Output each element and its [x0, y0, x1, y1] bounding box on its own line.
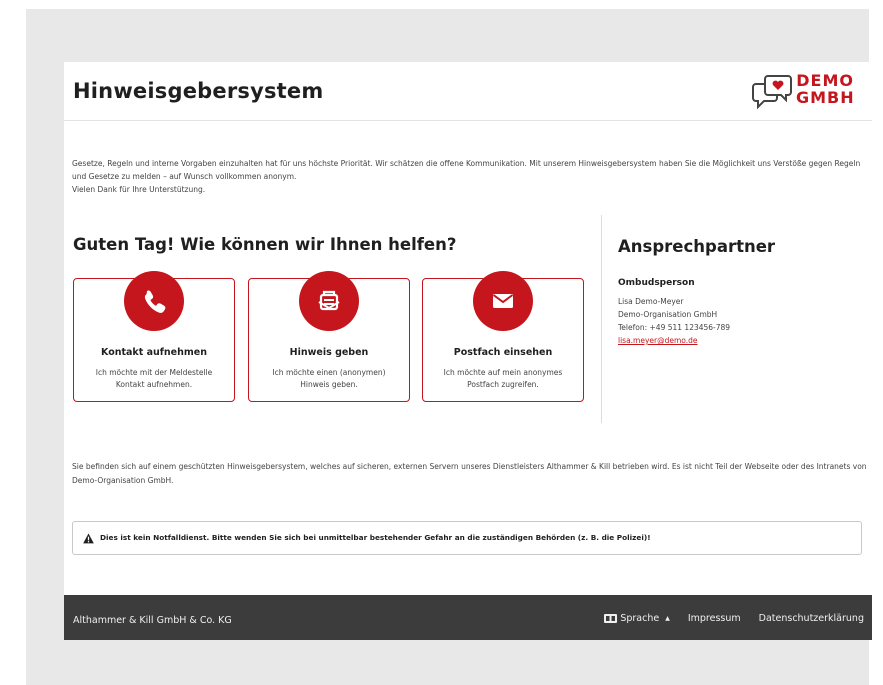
- intro-thanks: Vielen Dank für Ihre Unterstützung.: [72, 185, 206, 194]
- warning-icon: [83, 533, 94, 544]
- card-report-title: Hinweis geben: [289, 347, 369, 358]
- contact-phone: Telefon: +49 511 123456-789: [618, 323, 731, 332]
- intro-text: Gesetze, Regeln und interne Vorgaben ein…: [72, 157, 867, 196]
- page: Hinweisgebersystem DEMO GMBH Gesetze, Re…: [64, 62, 872, 640]
- card-mailbox[interactable]: Postfach einsehen Ich möchte auf mein an…: [422, 271, 584, 402]
- emergency-notice-text: Dies ist kein Notfalldienst. Bitte wende…: [100, 533, 651, 542]
- caret-up-icon: ▲: [665, 615, 670, 622]
- card-contact[interactable]: Kontakt aufnehmen Ich möchte mit der Mel…: [73, 271, 235, 402]
- card-contact-desc: Ich möchte mit der Meldestelle Kontakt a…: [95, 368, 213, 389]
- card-report-desc: Ich möchte einen (anonymen) Hinweis gebe…: [272, 368, 386, 389]
- report-icon: [299, 271, 359, 331]
- speech-bubble-heart-icon: [752, 75, 792, 110]
- emergency-notice: Dies ist kein Notfalldienst. Bitte wende…: [72, 521, 862, 555]
- contact-role: Ombudsperson: [618, 278, 695, 288]
- imprint-link[interactable]: Impressum: [688, 613, 741, 624]
- logo-line-1: DEMO: [796, 71, 854, 90]
- greeting-heading: Guten Tag! Wie können wir Ihnen helfen?: [73, 235, 457, 254]
- contact-name: Lisa Demo-Meyer: [618, 297, 684, 306]
- footer: Althammer & Kill GmbH & Co. KG Sprache ▲…: [64, 595, 872, 640]
- vertical-divider: [601, 215, 602, 423]
- logo-line-2: GMBH: [796, 88, 855, 107]
- logo-text: DEMO GMBH: [796, 72, 854, 106]
- card-report[interactable]: Hinweis geben Ich möchte einen (anonymen…: [248, 271, 410, 402]
- card-contact-title: Kontakt aufnehmen: [101, 347, 207, 358]
- language-selector[interactable]: Sprache ▲: [604, 613, 670, 624]
- phone-icon: [124, 271, 184, 331]
- contact-details: Lisa Demo-Meyer Demo-Organisation GmbH T…: [618, 295, 730, 347]
- footer-links: Sprache ▲ Impressum Datenschutzerklärung: [604, 613, 864, 624]
- intro-paragraph: Gesetze, Regeln und interne Vorgaben ein…: [72, 159, 861, 181]
- language-label: Sprache: [620, 613, 660, 624]
- card-mailbox-desc: Ich möchte auf mein anonymes Postfach zu…: [443, 368, 563, 389]
- privacy-link[interactable]: Datenschutzerklärung: [759, 613, 864, 624]
- mail-icon: [473, 271, 533, 331]
- contact-heading: Ansprechpartner: [618, 237, 776, 256]
- language-icon: [604, 614, 618, 623]
- page-title: Hinweisgebersystem: [73, 79, 324, 103]
- secure-system-note: Sie befinden sich auf einem geschützten …: [72, 462, 867, 485]
- header: Hinweisgebersystem DEMO GMBH: [64, 62, 872, 121]
- footer-company: Althammer & Kill GmbH & Co. KG: [73, 615, 232, 626]
- card-mailbox-title: Postfach einsehen: [453, 347, 553, 358]
- company-logo[interactable]: DEMO GMBH: [750, 70, 860, 114]
- contact-email-link[interactable]: lisa.meyer@demo.de: [618, 334, 730, 347]
- contact-organisation: Demo-Organisation GmbH: [618, 310, 718, 319]
